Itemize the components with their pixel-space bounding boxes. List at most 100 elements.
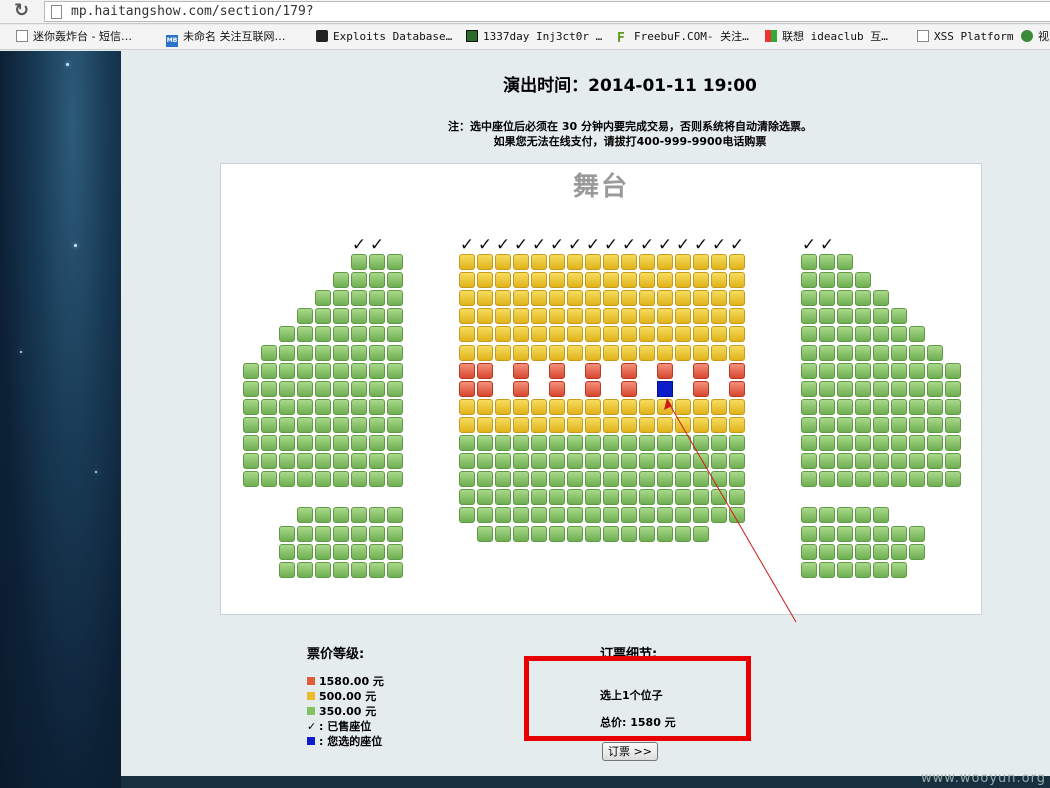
seat-center[interactable]: [675, 489, 691, 505]
seat-right[interactable]: [855, 526, 871, 542]
seat-center[interactable]: [657, 507, 673, 523]
seat-right[interactable]: [819, 381, 835, 397]
seat-left[interactable]: [387, 308, 403, 324]
seat-center[interactable]: [603, 526, 619, 542]
seat-right[interactable]: [819, 399, 835, 415]
seat-center[interactable]: [729, 308, 745, 324]
seat-left[interactable]: [279, 326, 295, 342]
seat-center[interactable]: [531, 435, 547, 451]
seat-right[interactable]: [837, 399, 853, 415]
seat-center[interactable]: [459, 507, 475, 523]
seat-right[interactable]: [891, 363, 907, 379]
seat-left[interactable]: [261, 435, 277, 451]
seat-center[interactable]: [495, 435, 511, 451]
seat-left[interactable]: [243, 417, 259, 433]
seat-left[interactable]: [279, 562, 295, 578]
seat-center[interactable]: [477, 435, 493, 451]
seat-right[interactable]: [801, 308, 817, 324]
selected-seat[interactable]: [657, 381, 673, 397]
seat-right[interactable]: [873, 417, 889, 433]
seat-center[interactable]: [459, 345, 475, 361]
seat-right[interactable]: [801, 326, 817, 342]
seat-center[interactable]: [549, 381, 565, 397]
seat-center[interactable]: [639, 471, 655, 487]
seat-center[interactable]: [639, 345, 655, 361]
seat-right[interactable]: [819, 526, 835, 542]
seat-left[interactable]: [243, 399, 259, 415]
seat-center[interactable]: [495, 526, 511, 542]
seat-center[interactable]: [657, 308, 673, 324]
seat-center[interactable]: [729, 290, 745, 306]
seat-left[interactable]: [315, 363, 331, 379]
seat-left[interactable]: [333, 345, 349, 361]
seat-right[interactable]: [927, 453, 943, 469]
seat-center[interactable]: [495, 453, 511, 469]
seat-left[interactable]: [351, 272, 367, 288]
seat-right[interactable]: [891, 471, 907, 487]
seat-right[interactable]: [837, 308, 853, 324]
seat-left[interactable]: [351, 254, 367, 270]
seat-left[interactable]: [315, 326, 331, 342]
seat-right[interactable]: [801, 471, 817, 487]
seat-right[interactable]: [801, 345, 817, 361]
seat-left[interactable]: [369, 326, 385, 342]
seat-left[interactable]: [333, 526, 349, 542]
bookmark-item[interactable]: F FreebuF.COM- 关注…: [617, 29, 749, 46]
seat-right[interactable]: [891, 417, 907, 433]
seat-center[interactable]: [531, 471, 547, 487]
seat-left[interactable]: [369, 272, 385, 288]
seat-right[interactable]: [801, 453, 817, 469]
seat-right[interactable]: [945, 453, 961, 469]
seat-left[interactable]: [369, 308, 385, 324]
seat-center[interactable]: [621, 254, 637, 270]
seat-center[interactable]: [603, 471, 619, 487]
seat-center[interactable]: [477, 417, 493, 433]
seat-right[interactable]: [819, 345, 835, 361]
seat-left[interactable]: [387, 326, 403, 342]
seat-center[interactable]: [585, 326, 601, 342]
seat-center[interactable]: [621, 272, 637, 288]
seat-center[interactable]: [711, 489, 727, 505]
seat-right[interactable]: [837, 272, 853, 288]
bookmark-item[interactable]: 迷你轰炸台 - 短信…: [16, 29, 132, 46]
seat-center[interactable]: [711, 471, 727, 487]
seat-center[interactable]: [657, 254, 673, 270]
seat-left[interactable]: [279, 453, 295, 469]
seat-center[interactable]: [729, 399, 745, 415]
seat-right[interactable]: [927, 381, 943, 397]
seat-center[interactable]: [585, 345, 601, 361]
seat-left[interactable]: [351, 308, 367, 324]
seat-center[interactable]: [549, 435, 565, 451]
seat-right[interactable]: [909, 363, 925, 379]
seat-center[interactable]: [693, 272, 709, 288]
seat-right[interactable]: [927, 363, 943, 379]
seat-center[interactable]: [549, 526, 565, 542]
seat-right[interactable]: [873, 399, 889, 415]
seat-center[interactable]: [675, 272, 691, 288]
seat-right[interactable]: [801, 417, 817, 433]
seat-right[interactable]: [801, 435, 817, 451]
seat-center[interactable]: [621, 345, 637, 361]
seat-center[interactable]: [531, 254, 547, 270]
seat-center[interactable]: [567, 526, 583, 542]
seat-right[interactable]: [855, 345, 871, 361]
seat-right[interactable]: [819, 308, 835, 324]
seat-center[interactable]: [639, 489, 655, 505]
seat-left[interactable]: [297, 326, 313, 342]
seat-center[interactable]: [513, 399, 529, 415]
seat-center[interactable]: [567, 308, 583, 324]
seat-center[interactable]: [567, 290, 583, 306]
seat-right[interactable]: [801, 562, 817, 578]
seat-center[interactable]: [495, 345, 511, 361]
seat-left[interactable]: [297, 507, 313, 523]
seat-left[interactable]: [387, 381, 403, 397]
seat-center[interactable]: [675, 435, 691, 451]
url-text[interactable]: mp.haitangshow.com/section/179?: [71, 4, 314, 19]
seat-left[interactable]: [333, 471, 349, 487]
url-field[interactable]: mp.haitangshow.com/section/179?: [44, 1, 1050, 22]
seat-left[interactable]: [243, 435, 259, 451]
seat-left[interactable]: [387, 435, 403, 451]
seat-center[interactable]: [639, 290, 655, 306]
seat-center[interactable]: [513, 308, 529, 324]
seat-center[interactable]: [693, 345, 709, 361]
